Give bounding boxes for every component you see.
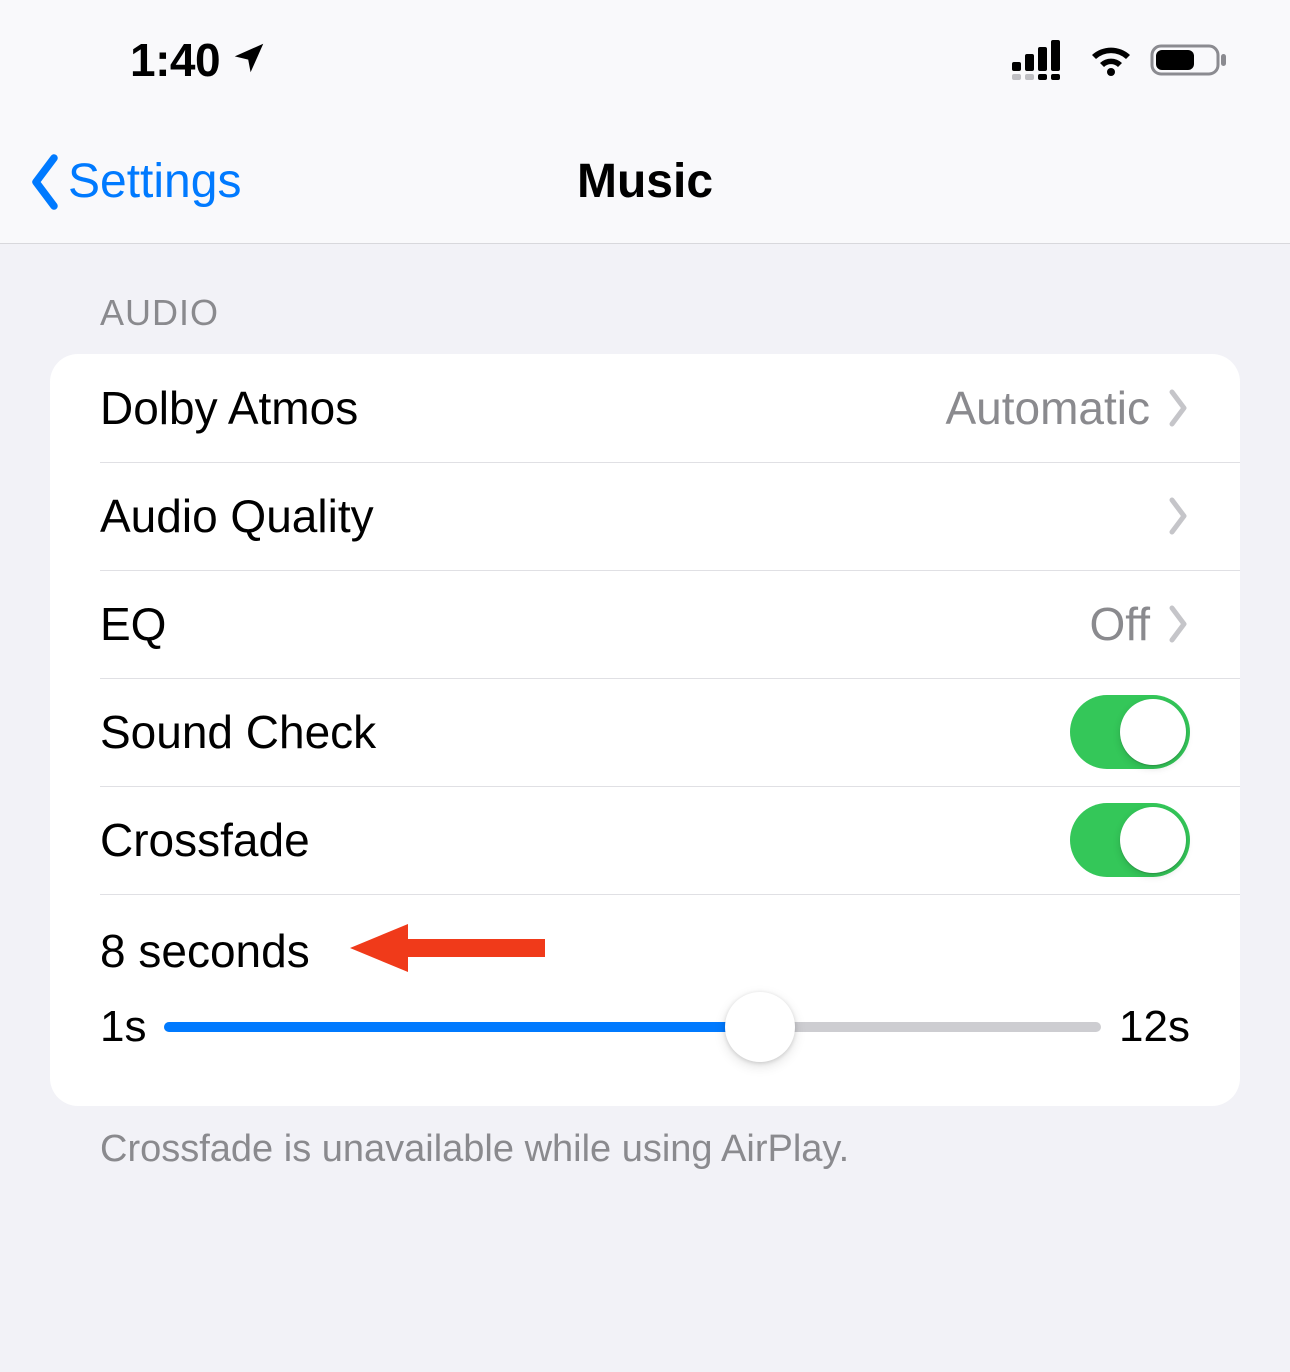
toggle-thumb [1120,807,1186,873]
row-value: Automatic [945,381,1150,435]
slider-track-fill [164,1022,760,1032]
crossfade-slider[interactable] [164,992,1101,1062]
row-label: Dolby Atmos [100,381,945,435]
back-label: Settings [68,154,241,209]
chevron-right-icon [1168,388,1190,428]
slider-min-label: 1s [100,1002,146,1052]
settings-group-audio: Dolby Atmos Automatic Audio Quality EQ O… [50,354,1240,1106]
status-bar: 1:40 [0,0,1290,120]
row-value: Off [1089,597,1150,651]
battery-icon [1150,40,1230,80]
row-audio-quality[interactable]: Audio Quality [50,462,1240,570]
nav-bar: Settings Music [0,120,1290,244]
row-eq[interactable]: EQ Off [50,570,1240,678]
row-dolby-atmos[interactable]: Dolby Atmos Automatic [50,354,1240,462]
location-arrow-icon [230,39,268,77]
content: AUDIO Dolby Atmos Automatic Audio Qualit… [0,244,1290,1171]
chevron-right-icon [1168,604,1190,644]
section-header-audio: AUDIO [50,244,1240,354]
toggle-thumb [1120,699,1186,765]
row-label: EQ [100,597,1089,651]
row-sound-check: Sound Check [50,678,1240,786]
row-label: Sound Check [100,705,1070,759]
row-crossfade: Crossfade [50,786,1240,894]
slider-container: 1s 12s [100,992,1190,1062]
sound-check-toggle[interactable] [1070,695,1190,769]
status-time: 1:40 [130,33,220,87]
wifi-icon [1086,40,1136,80]
section-footer-audio: Crossfade is unavailable while using Air… [50,1106,1240,1171]
row-label: Audio Quality [100,489,1168,543]
chevron-left-icon [26,152,64,212]
row-label: Crossfade [100,813,1070,867]
page-title: Music [577,154,713,209]
slider-thumb[interactable] [725,992,795,1062]
status-right [1012,40,1230,80]
slider-value-label: 8 seconds [100,924,1190,978]
slider-max-label: 12s [1119,1002,1190,1052]
status-left: 1:40 [130,33,268,87]
chevron-right-icon [1168,496,1190,536]
crossfade-toggle[interactable] [1070,803,1190,877]
back-button[interactable]: Settings [26,152,241,212]
cellular-signal-icon [1012,40,1072,80]
row-crossfade-slider: 8 seconds 1s 12s [50,894,1240,1106]
